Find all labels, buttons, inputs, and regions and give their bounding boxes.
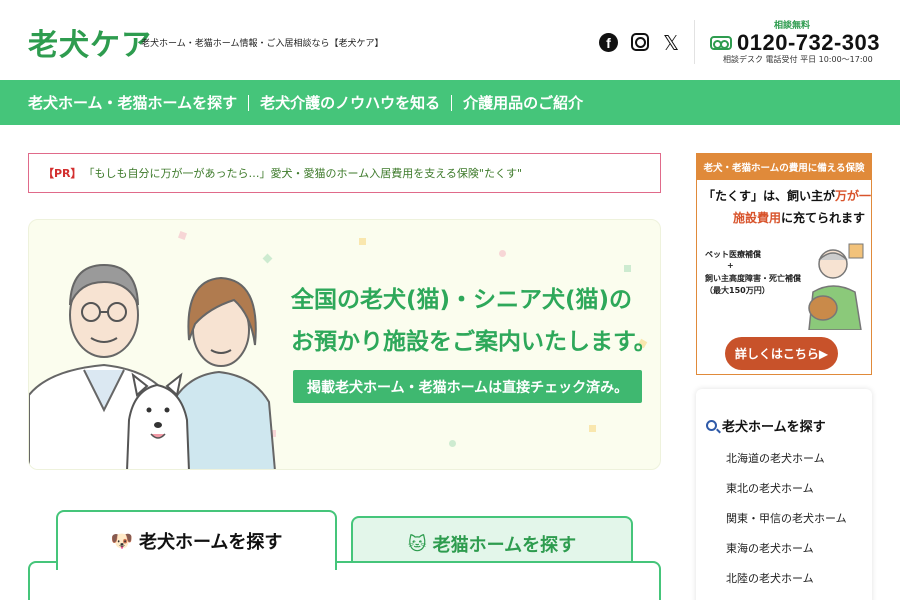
confetti-shape: [449, 440, 456, 447]
site-logo[interactable]: 老犬ケア: [28, 20, 152, 64]
hero-banner: 全国の老犬(猫)・シニア犬(猫)の お預かり施設をご案内いたします。 掲載老犬ホ…: [28, 219, 661, 470]
ad-item-max: （最大150万円）: [705, 286, 770, 295]
ad-plus: +: [727, 261, 734, 270]
nav-separator: [248, 94, 250, 111]
ad-illustration: [808, 243, 864, 330]
hero-badge: 掲載老犬ホーム・老猫ホームは直接チェック済み。: [293, 370, 643, 403]
x-icon[interactable]: 𝕏: [661, 31, 681, 55]
region-link-hokuriku[interactable]: 北陸の老犬ホーム: [726, 570, 814, 586]
tab-cat-label: 老猫ホームを探す: [432, 535, 577, 556]
free-dial-icon: [710, 36, 732, 50]
pr-tag: 【PR】: [43, 167, 82, 180]
ad-details-button[interactable]: 詳しくはこちら▶: [725, 337, 838, 370]
hero-headline-line2: お預かり施設をご案内いたします。: [291, 329, 657, 355]
nav-item-find-home[interactable]: 老犬ホーム・老猫ホームを探す: [28, 92, 237, 113]
confetti-shape: [499, 250, 506, 257]
cat-face-icon: 🐱: [407, 533, 427, 555]
ad-headline-2: 施設費用に充てられます: [733, 209, 865, 226]
ad-headline-1: 「たくす」は、飼い主が万が一の時: [703, 187, 872, 204]
global-nav: 老犬ホーム・老猫ホームを探す 老犬介護のノウハウを知る 介護用品のご紹介: [0, 80, 900, 125]
ad-item-medical: ペット医療補償: [705, 250, 761, 259]
pr-text: 「もしも自分に万が一があったら…」愛犬・愛猫のホーム入居費用を支える保険"たくす…: [83, 167, 523, 180]
dog-face-icon: 🐶: [110, 530, 133, 552]
nav-item-care-knowhow[interactable]: 老犬介護のノウハウを知る: [260, 92, 440, 113]
ad-header: 老犬・老猫ホームの費用に備える保険: [697, 154, 871, 180]
insurance-ad-banner[interactable]: 老犬・老猫ホームの費用に備える保険 「たくす」は、飼い主が万が一の時 施設費用に…: [696, 153, 872, 375]
ad-headline-2a: 施設費用: [733, 211, 782, 225]
region-link-kanto[interactable]: 関東・甲信の老犬ホーム: [726, 510, 847, 526]
ad-headline-1b: 万が一: [835, 189, 872, 203]
site-header: 老犬ケア 老犬ホーム・老猫ホーム情報・ご入居相談なら【老犬ケア】 f 𝕏 相談無…: [0, 0, 900, 80]
header-divider: [694, 20, 695, 64]
nav-item-care-goods[interactable]: 介護用品のご紹介: [463, 92, 583, 113]
sidebar-search-title-text: 老犬ホームを探す: [722, 420, 826, 435]
confetti-shape: [589, 425, 596, 432]
pr-banner-link[interactable]: 【PR】 「もしも自分に万が一があったら…」愛犬・愛猫のホーム入居費用を支える保…: [28, 153, 661, 193]
region-link-hokkaido[interactable]: 北海道の老犬ホーム: [726, 450, 825, 466]
confetti-shape: [359, 238, 366, 245]
site-tagline: 老犬ホーム・老猫ホーム情報・ご入居相談なら【老犬ケア】: [141, 39, 384, 49]
instagram-icon[interactable]: [631, 33, 649, 51]
sidebar-home-search: 老犬ホームを探す 北海道の老犬ホーム 東北の老犬ホーム 関東・甲信の老犬ホーム …: [696, 389, 872, 600]
sidebar-search-title: 老犬ホームを探す: [706, 416, 826, 435]
phone-number: 0120-732-303: [737, 30, 881, 55]
ad-headline-1a: 「たくす」は、飼い主が: [703, 189, 836, 203]
phone-number-link[interactable]: 0120-732-303: [710, 30, 880, 56]
hero-headline-line1: 全国の老犬(猫)・シニア犬(猫)の: [291, 287, 633, 313]
ad-headline-2b: に充てられます: [781, 211, 866, 225]
facebook-icon[interactable]: f: [599, 33, 618, 52]
phone-hours: 相談デスク 電話受付 平日 10:00～17:00: [723, 55, 873, 64]
ad-headline-1c: の時: [871, 189, 872, 203]
confetti-shape: [624, 265, 631, 272]
region-link-tohoku[interactable]: 東北の老犬ホーム: [726, 480, 814, 496]
tab-dog-home[interactable]: 🐶 老犬ホームを探す: [56, 510, 337, 570]
ad-item-owner: 飼い主高度障害・死亡補償: [705, 274, 801, 283]
region-link-tokai[interactable]: 東海の老犬ホーム: [726, 540, 814, 556]
nav-separator: [451, 94, 453, 111]
search-icon: [706, 420, 717, 431]
hero-illustration: [29, 263, 276, 469]
tab-dog-label: 老犬ホームを探す: [138, 532, 283, 553]
